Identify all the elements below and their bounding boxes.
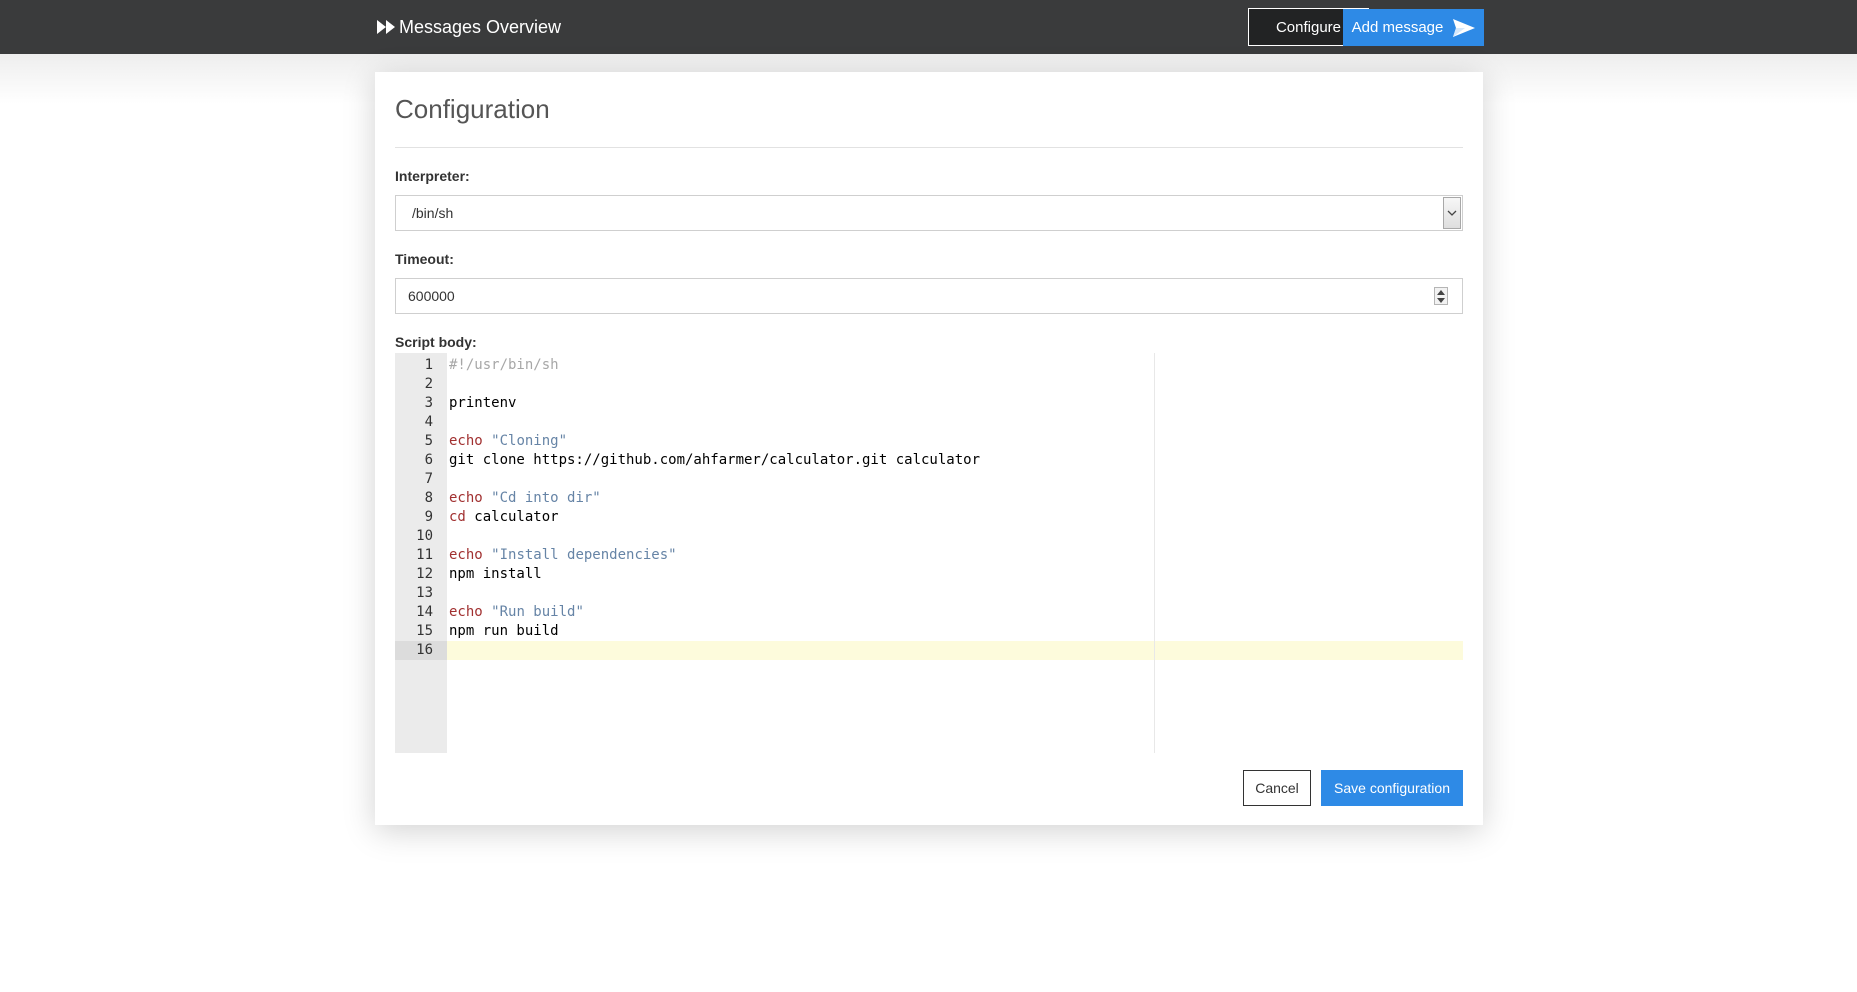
line-number: 9	[424, 509, 433, 525]
code-token: npm run build	[449, 623, 559, 639]
script-editor[interactable]: 1 #!/usr/bin/sh 2 3 printenv 4 5 echo "Cloning"…	[395, 353, 1463, 753]
line-number: 16	[416, 642, 433, 658]
modal-title: Configuration	[395, 94, 550, 124]
stepper-down-icon[interactable]	[1437, 297, 1445, 303]
interpreter-select[interactable]: /bin/sh	[395, 195, 1463, 231]
top-navbar: Messages Overview Configure Add message	[0, 0, 1857, 54]
code-line[interactable]: 5 echo "Cloning"	[395, 432, 1463, 451]
code-token: "Cloning"	[491, 433, 568, 449]
code-line[interactable]: 8 echo "Cd into dir"	[395, 489, 1463, 508]
code-text: cd calculator	[449, 508, 559, 527]
timeout-input[interactable]: 600000	[395, 278, 1463, 314]
cancel-button[interactable]: Cancel	[1243, 770, 1311, 806]
code-line[interactable]: 4	[395, 413, 1463, 432]
code-token: "Run build"	[491, 604, 584, 620]
timeout-value: 600000	[408, 288, 455, 304]
line-number: 8	[424, 490, 433, 506]
code-token: "Cd into dir"	[491, 490, 601, 506]
code-line[interactable]: 9 cd calculator	[395, 508, 1463, 527]
code-token: npm install	[449, 566, 542, 582]
line-number: 6	[424, 452, 433, 468]
line-number: 7	[424, 471, 433, 487]
code-line[interactable]: 6 git clone https://github.com/ahfarmer/c…	[395, 451, 1463, 470]
code-line[interactable]: 11 echo "Install dependencies"	[395, 546, 1463, 565]
code-line[interactable]: 2	[395, 375, 1463, 394]
line-number: 15	[416, 623, 433, 639]
code-token: #!/usr/bin/sh	[449, 357, 559, 373]
line-number: 2	[424, 376, 433, 392]
save-configuration-button[interactable]: Save configuration	[1321, 770, 1463, 806]
fast-forward-icon	[377, 20, 395, 34]
code-token: echo	[449, 547, 483, 563]
code-token: echo	[449, 604, 483, 620]
code-text: git clone https://github.com/ahfarmer/ca…	[449, 451, 980, 470]
code-line[interactable]: 12 npm install	[395, 565, 1463, 584]
add-message-button[interactable]: Add message	[1343, 9, 1484, 46]
configuration-modal: Configuration Interpreter: /bin/sh Timeo…	[375, 72, 1483, 825]
code-line[interactable]: 3 printenv	[395, 394, 1463, 413]
code-text: npm install	[449, 565, 542, 584]
modal-divider	[395, 147, 1463, 148]
interpreter-selected-value: /bin/sh	[412, 205, 454, 221]
code-line[interactable]: 16	[395, 641, 1463, 660]
code-text: echo "Install dependencies"	[449, 546, 677, 565]
chevron-down-icon[interactable]	[1443, 197, 1461, 229]
brand-link[interactable]: Messages Overview	[377, 15, 561, 39]
code-token: echo	[449, 433, 483, 449]
code-text: npm run build	[449, 622, 559, 641]
add-message-label: Add message	[1351, 19, 1444, 36]
code-text: echo "Cloning"	[449, 432, 567, 451]
interpreter-label: Interpreter:	[395, 168, 470, 184]
line-number: 12	[416, 566, 433, 582]
code-text: #!/usr/bin/sh	[449, 356, 559, 375]
line-number: 1	[424, 357, 433, 373]
code-line[interactable]: 7	[395, 470, 1463, 489]
code-token: "Install dependencies"	[491, 547, 677, 563]
page-title: Messages Overview	[399, 16, 562, 37]
code-line[interactable]: 13	[395, 584, 1463, 603]
code-token: git clone https://github.com/ahfarmer/ca…	[449, 452, 981, 468]
code-token: printenv	[449, 395, 517, 411]
code-token: cd	[449, 509, 466, 525]
code-text: printenv	[449, 394, 516, 413]
script-body-label: Script body:	[395, 334, 477, 350]
code-line[interactable]: 10	[395, 527, 1463, 546]
code-text: echo "Cd into dir"	[449, 489, 601, 508]
line-number: 14	[416, 604, 433, 620]
code-token: calculator	[465, 509, 559, 525]
send-icon	[1453, 18, 1476, 37]
line-number: 4	[424, 414, 433, 430]
stepper-up-icon[interactable]	[1437, 289, 1445, 295]
timeout-label: Timeout:	[395, 251, 454, 267]
line-number: 3	[424, 395, 433, 411]
line-number: 10	[416, 528, 433, 544]
code-line[interactable]: 14 echo "Run build"	[395, 603, 1463, 622]
line-number: 11	[416, 547, 433, 563]
code-text: echo "Run build"	[449, 603, 584, 622]
line-number: 5	[424, 433, 433, 449]
code-line[interactable]: 1 #!/usr/bin/sh	[395, 356, 1463, 375]
timeout-stepper[interactable]	[1434, 287, 1448, 305]
line-number: 13	[416, 585, 433, 601]
code-line[interactable]: 15 npm run build	[395, 622, 1463, 641]
code-token: echo	[449, 490, 483, 506]
